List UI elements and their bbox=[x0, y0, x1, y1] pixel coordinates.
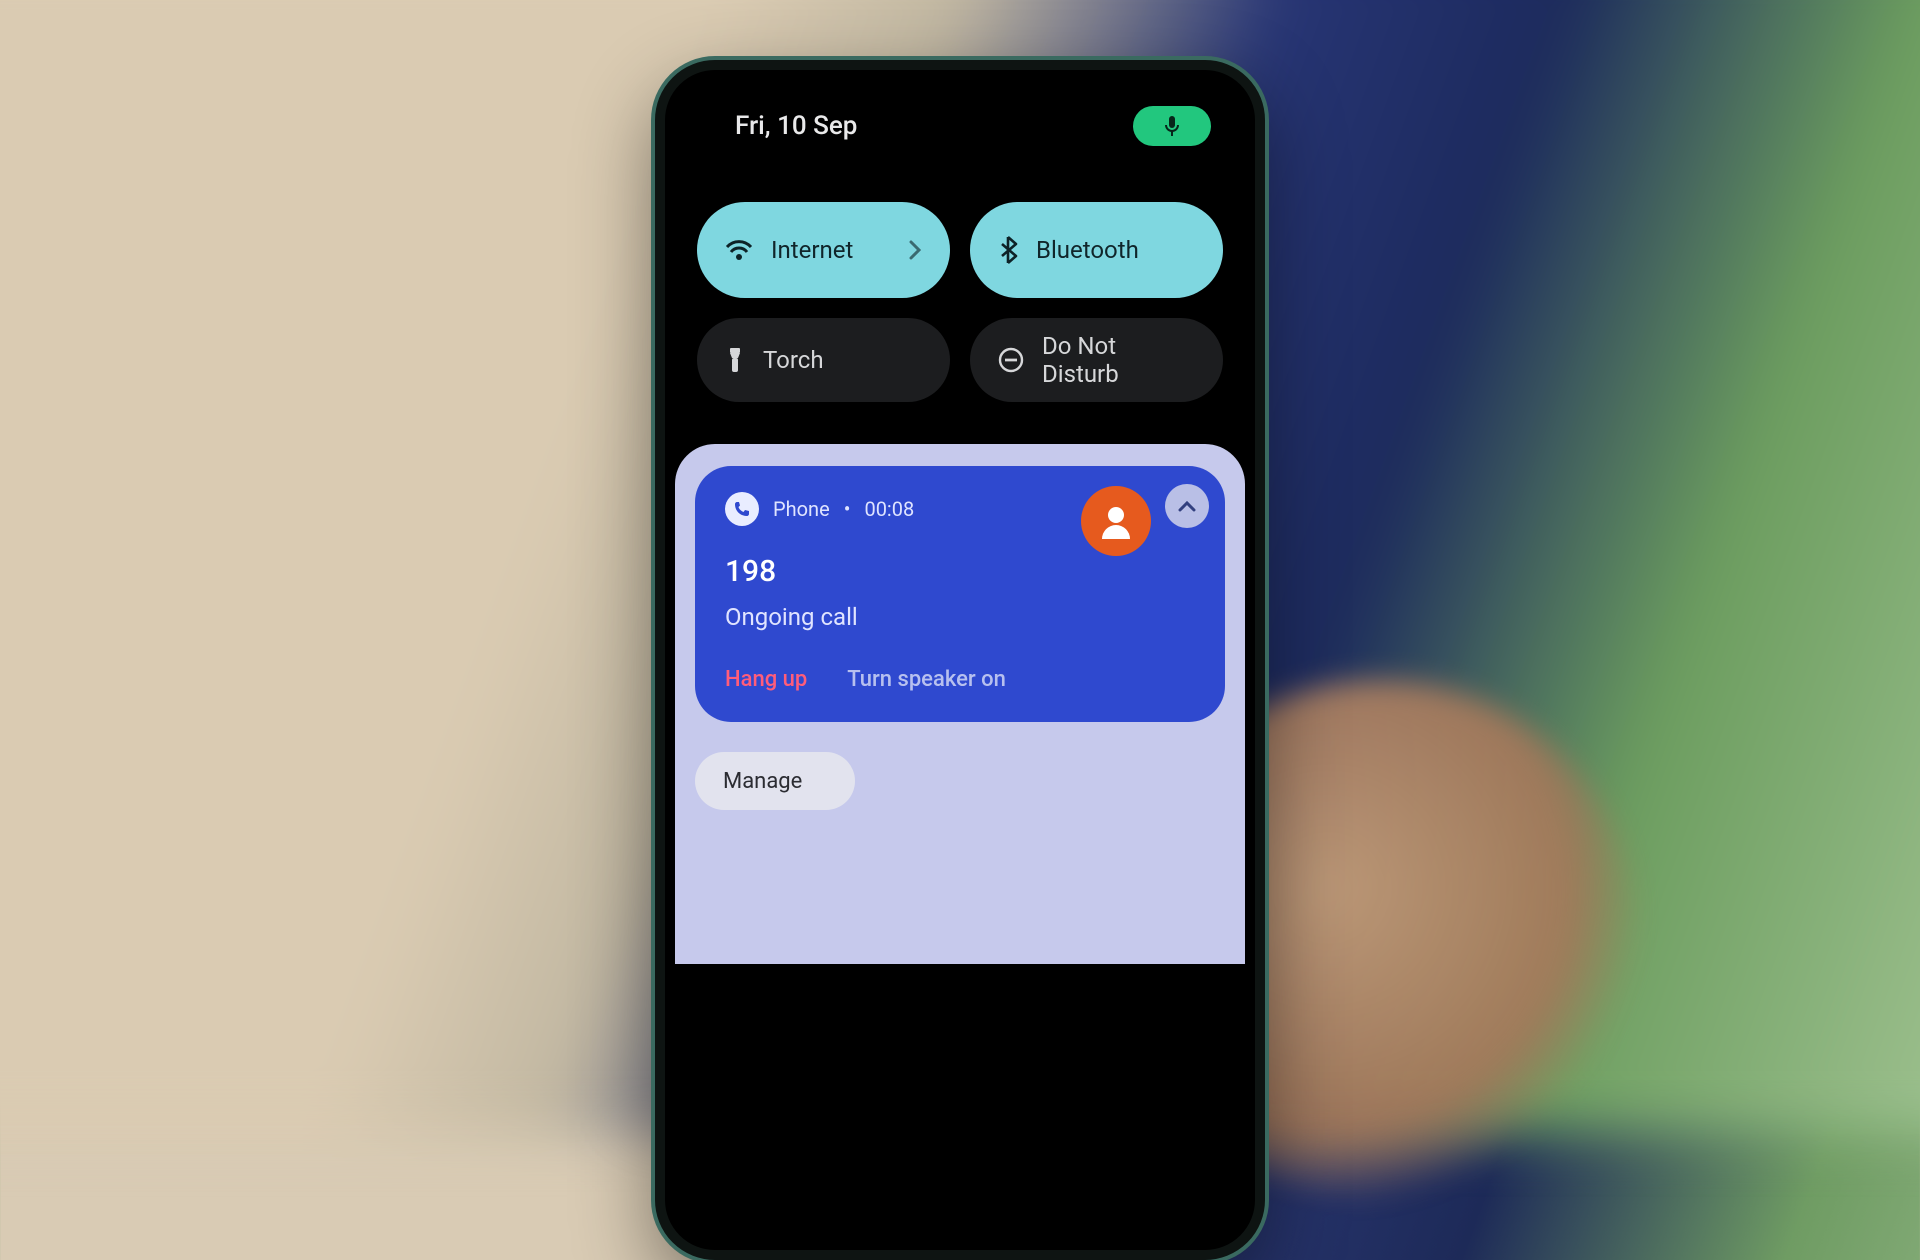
speaker-toggle-button[interactable]: Turn speaker on bbox=[847, 667, 1006, 692]
phone-screen: Fri, 10 Sep bbox=[675, 80, 1245, 1240]
call-notification-card[interactable]: Phone • 00:08 198 Ongoing call Hang up T… bbox=[695, 466, 1225, 722]
phone-app-icon bbox=[725, 492, 759, 526]
qs-tile-dnd[interactable]: Do Not Disturb bbox=[970, 318, 1223, 402]
call-status: Ongoing call bbox=[725, 603, 1195, 631]
status-bar: Fri, 10 Sep bbox=[675, 80, 1245, 156]
notification-separator: • bbox=[844, 497, 851, 521]
qs-tile-label: Torch bbox=[763, 346, 824, 374]
call-duration: 00:08 bbox=[864, 497, 914, 521]
quick-settings-grid: Internet Bluetooth bbox=[675, 156, 1245, 402]
wifi-icon bbox=[725, 239, 753, 261]
manage-notifications-button[interactable]: Manage bbox=[695, 752, 855, 810]
phone-device-frame: Fri, 10 Sep bbox=[655, 60, 1265, 1260]
hang-up-button[interactable]: Hang up bbox=[725, 667, 807, 692]
qs-tile-label: Bluetooth bbox=[1036, 236, 1139, 264]
person-icon bbox=[1096, 501, 1136, 541]
chevron-right-icon bbox=[908, 239, 922, 261]
chevron-up-icon bbox=[1177, 499, 1197, 513]
caller-avatar bbox=[1081, 486, 1151, 556]
manage-label: Manage bbox=[723, 769, 802, 794]
dnd-icon bbox=[998, 347, 1024, 373]
qs-tile-label: Internet bbox=[771, 236, 853, 264]
bluetooth-icon bbox=[998, 235, 1018, 265]
microphone-icon bbox=[1163, 115, 1181, 137]
status-date[interactable]: Fri, 10 Sep bbox=[735, 111, 857, 141]
caller-number: 198 bbox=[725, 554, 1195, 589]
qs-tile-bluetooth[interactable]: Bluetooth bbox=[970, 202, 1223, 298]
notification-app-name: Phone bbox=[773, 497, 830, 521]
collapse-notification-button[interactable] bbox=[1165, 484, 1209, 528]
qs-tile-torch[interactable]: Torch bbox=[697, 318, 950, 402]
notification-tray[interactable]: Phone • 00:08 198 Ongoing call Hang up T… bbox=[675, 444, 1245, 964]
flashlight-icon bbox=[725, 345, 745, 375]
microphone-indicator-chip[interactable] bbox=[1133, 106, 1211, 146]
call-actions-row: Hang up Turn speaker on bbox=[725, 667, 1195, 692]
qs-tile-label: Do Not Disturb bbox=[1042, 332, 1195, 388]
qs-tile-internet[interactable]: Internet bbox=[697, 202, 950, 298]
